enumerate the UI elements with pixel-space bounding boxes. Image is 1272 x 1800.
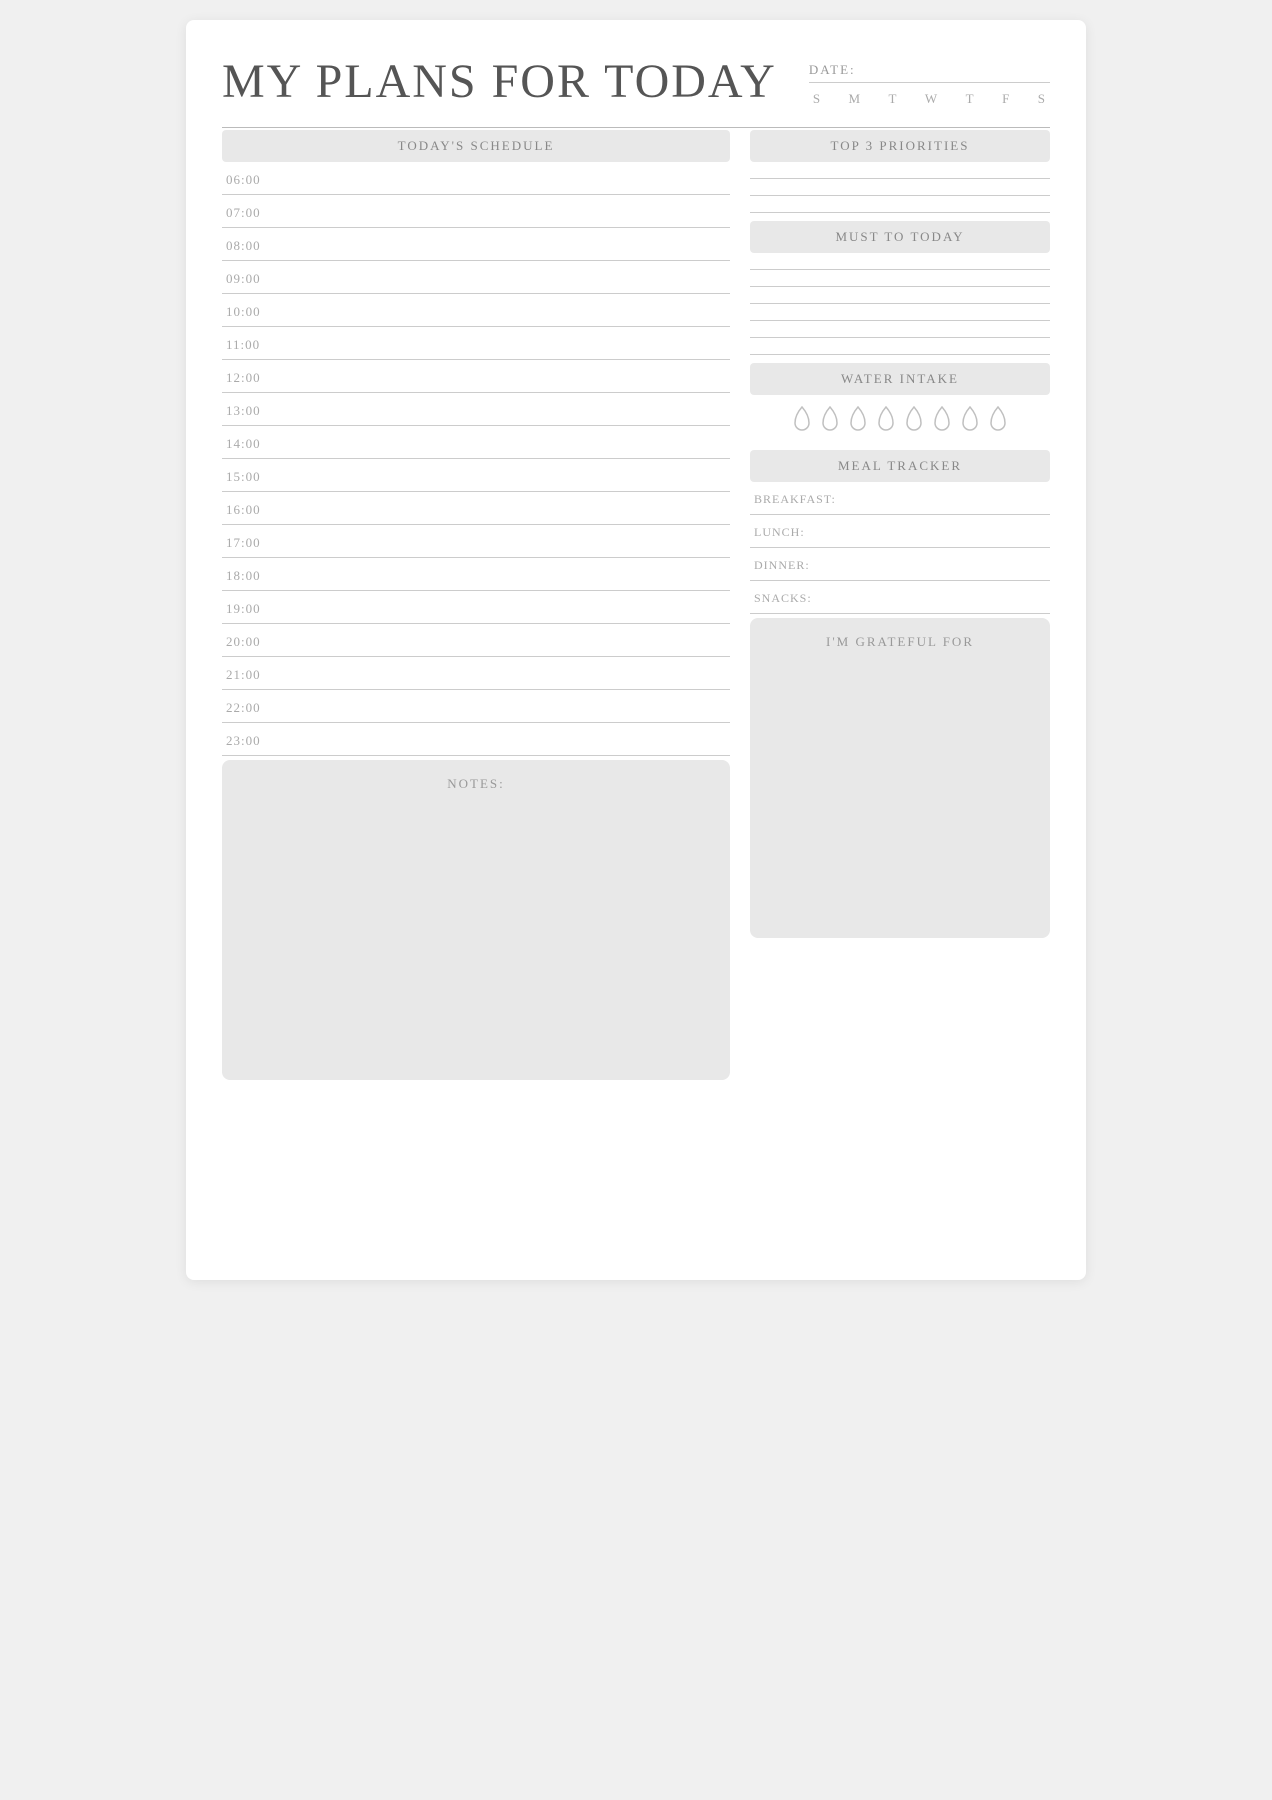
header-divider bbox=[222, 127, 1050, 128]
header: MY PLANS FOR TODAY DATE: S M T W T F S bbox=[222, 56, 1050, 109]
water-drop-5[interactable] bbox=[903, 405, 925, 440]
day-letter-s: S bbox=[1038, 91, 1046, 107]
day-letter-t: T bbox=[966, 91, 975, 107]
notes-label: NOTES: bbox=[238, 776, 714, 792]
must-line-4[interactable] bbox=[750, 304, 1050, 321]
time-label: 21:00 bbox=[226, 667, 270, 683]
day-letters-row: SMTWTFS bbox=[809, 91, 1050, 107]
time-row-0900[interactable]: 09:00 bbox=[222, 261, 730, 294]
left-column: TODAY'S SCHEDULE 06:00 07:00 08:00 09:00 10:… bbox=[222, 130, 730, 1080]
time-row-0800[interactable]: 08:00 bbox=[222, 228, 730, 261]
right-column: TOP 3 PRIORITIES MUST TO TODAY WATER INT… bbox=[750, 130, 1050, 938]
time-label: 14:00 bbox=[226, 436, 270, 452]
time-row-1000[interactable]: 10:00 bbox=[222, 294, 730, 327]
must-line-5[interactable] bbox=[750, 321, 1050, 338]
time-label: 11:00 bbox=[226, 337, 270, 353]
time-label: 08:00 bbox=[226, 238, 270, 254]
time-label: 16:00 bbox=[226, 502, 270, 518]
day-letter-s: S bbox=[813, 91, 821, 107]
notes-box[interactable]: NOTES: bbox=[222, 760, 730, 1080]
page-title: MY PLANS FOR TODAY bbox=[222, 56, 777, 109]
time-row-1400[interactable]: 14:00 bbox=[222, 426, 730, 459]
meal-label: LUNCH: bbox=[754, 525, 805, 539]
time-row-1200[interactable]: 12:00 bbox=[222, 360, 730, 393]
water-drop-3[interactable] bbox=[847, 405, 869, 440]
water-drop-2[interactable] bbox=[819, 405, 841, 440]
time-row-2100[interactable]: 21:00 bbox=[222, 657, 730, 690]
meal-label: SNACKS: bbox=[754, 591, 812, 605]
date-label: DATE: bbox=[809, 62, 1050, 78]
priorities-header: TOP 3 PRIORITIES bbox=[750, 130, 1050, 162]
water-header: WATER INTAKE bbox=[750, 363, 1050, 395]
time-label: 06:00 bbox=[226, 172, 270, 188]
must-line-6[interactable] bbox=[750, 338, 1050, 355]
meal-row-lunch[interactable]: LUNCH: bbox=[750, 515, 1050, 548]
time-row-1500[interactable]: 15:00 bbox=[222, 459, 730, 492]
water-drop-8[interactable] bbox=[987, 405, 1009, 440]
must-today-header: MUST TO TODAY bbox=[750, 221, 1050, 253]
time-label: 23:00 bbox=[226, 733, 270, 749]
must-line-1[interactable] bbox=[750, 253, 1050, 270]
grateful-label: I'M GRATEFUL FOR bbox=[766, 634, 1034, 650]
meal-rows: BREAKFAST: LUNCH: DINNER: SNACKS: bbox=[750, 482, 1050, 614]
meal-label: BREAKFAST: bbox=[754, 492, 836, 506]
meal-row-snacks[interactable]: SNACKS: bbox=[750, 581, 1050, 614]
meal-label: DINNER: bbox=[754, 558, 810, 572]
date-section: DATE: S M T W T F S bbox=[809, 56, 1050, 107]
grateful-box[interactable]: I'M GRATEFUL FOR bbox=[750, 618, 1050, 938]
priority-line-2[interactable] bbox=[750, 179, 1050, 196]
water-drops bbox=[750, 395, 1050, 446]
time-label: 07:00 bbox=[226, 205, 270, 221]
day-letter-w: W bbox=[925, 91, 938, 107]
time-row-1900[interactable]: 19:00 bbox=[222, 591, 730, 624]
day-letter-f: F bbox=[1002, 91, 1010, 107]
water-drop-7[interactable] bbox=[959, 405, 981, 440]
water-drop-1[interactable] bbox=[791, 405, 813, 440]
time-row-0700[interactable]: 07:00 bbox=[222, 195, 730, 228]
must-line-3[interactable] bbox=[750, 287, 1050, 304]
water-drop-4[interactable] bbox=[875, 405, 897, 440]
time-label: 10:00 bbox=[226, 304, 270, 320]
time-row-1600[interactable]: 16:00 bbox=[222, 492, 730, 525]
time-label: 19:00 bbox=[226, 601, 270, 617]
time-label: 13:00 bbox=[226, 403, 270, 419]
day-letter-t: T bbox=[889, 91, 898, 107]
time-row-2200[interactable]: 22:00 bbox=[222, 690, 730, 723]
time-row-2000[interactable]: 20:00 bbox=[222, 624, 730, 657]
meal-header: MEAL TRACKER bbox=[750, 450, 1050, 482]
time-label: 18:00 bbox=[226, 568, 270, 584]
schedule-header: TODAY'S SCHEDULE bbox=[222, 130, 730, 162]
meal-row-dinner[interactable]: DINNER: bbox=[750, 548, 1050, 581]
time-row-1800[interactable]: 18:00 bbox=[222, 558, 730, 591]
planner-page: MY PLANS FOR TODAY DATE: S M T W T F S TODAY'S… bbox=[186, 20, 1086, 1280]
date-underline[interactable] bbox=[809, 82, 1050, 83]
meal-row-breakfast[interactable]: BREAKFAST: bbox=[750, 482, 1050, 515]
time-label: 09:00 bbox=[226, 271, 270, 287]
must-line-2[interactable] bbox=[750, 270, 1050, 287]
time-row-2300[interactable]: 23:00 bbox=[222, 723, 730, 756]
time-label: 22:00 bbox=[226, 700, 270, 716]
time-row-1300[interactable]: 13:00 bbox=[222, 393, 730, 426]
main-layout: TODAY'S SCHEDULE 06:00 07:00 08:00 09:00 10:… bbox=[222, 130, 1050, 1080]
time-row-1100[interactable]: 11:00 bbox=[222, 327, 730, 360]
header-title: MY PLANS FOR TODAY bbox=[222, 56, 777, 109]
water-drop-6[interactable] bbox=[931, 405, 953, 440]
day-letter-m: M bbox=[849, 91, 862, 107]
time-row-0600[interactable]: 06:00 bbox=[222, 162, 730, 195]
time-label: 17:00 bbox=[226, 535, 270, 551]
time-rows: 06:00 07:00 08:00 09:00 10:00 11:00 12:00 13:00… bbox=[222, 162, 730, 756]
time-row-1700[interactable]: 17:00 bbox=[222, 525, 730, 558]
time-label: 15:00 bbox=[226, 469, 270, 485]
priority-line-3[interactable] bbox=[750, 196, 1050, 213]
priority-line-1[interactable] bbox=[750, 162, 1050, 179]
time-label: 20:00 bbox=[226, 634, 270, 650]
time-label: 12:00 bbox=[226, 370, 270, 386]
